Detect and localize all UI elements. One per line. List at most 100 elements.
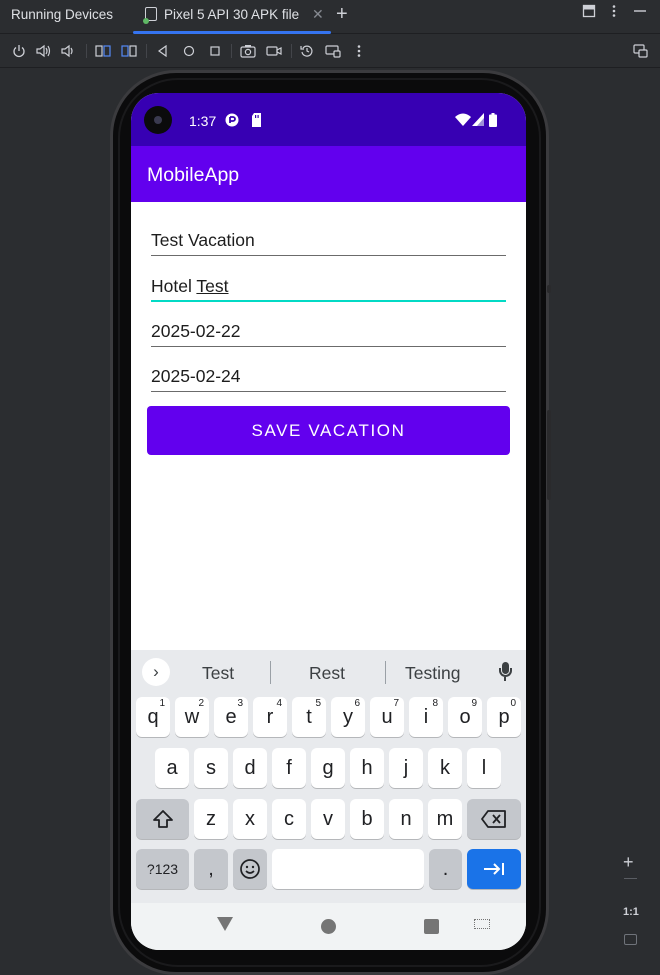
tool-window-title: Running Devices <box>11 7 114 22</box>
zoom-actual-size-button[interactable]: 1:1 <box>623 906 639 918</box>
key[interactable]: l <box>467 748 501 788</box>
key[interactable]: u7 <box>370 697 404 737</box>
vacation-title-field[interactable]: Test Vacation <box>151 222 506 256</box>
snapshot-history-icon[interactable] <box>299 43 315 59</box>
nav-recents-icon[interactable] <box>424 919 439 934</box>
status-time: 1:37 <box>189 113 217 129</box>
suggestion-item[interactable]: Rest <box>309 663 345 684</box>
toolbar-separator <box>231 44 232 58</box>
back-icon[interactable] <box>155 43 171 59</box>
volume-up-icon[interactable] <box>36 43 52 59</box>
key[interactable]: o9 <box>448 697 482 737</box>
wifi-icon <box>455 113 471 129</box>
key[interactable]: i8 <box>409 697 443 737</box>
key-label: o <box>459 705 471 728</box>
start-date-value: 2025-02-22 <box>151 321 241 341</box>
power-icon[interactable] <box>11 43 27 59</box>
emoji-key[interactable] <box>233 849 267 889</box>
home-icon[interactable] <box>181 43 197 59</box>
overview-icon[interactable] <box>207 43 223 59</box>
key[interactable]: x <box>233 799 267 839</box>
key[interactable]: v <box>311 799 345 839</box>
save-vacation-button[interactable]: SAVE VACATION <box>147 406 510 455</box>
close-tab-icon[interactable]: ✕ <box>312 6 324 23</box>
shift-icon <box>152 810 173 828</box>
space-key[interactable] <box>272 849 424 889</box>
suggestion-item[interactable]: Test <box>202 663 234 684</box>
zoom-in-button[interactable]: + <box>623 852 634 873</box>
zoom-out-button[interactable] <box>624 878 637 879</box>
key[interactable]: g <box>311 748 345 788</box>
suggestion-divider <box>270 661 271 684</box>
battery-icon <box>489 113 497 130</box>
key[interactable]: t5 <box>292 697 326 737</box>
device-mirroring-icon[interactable] <box>633 43 649 59</box>
status-bar: 1:37 <box>131 93 526 146</box>
android-nav-bar <box>131 903 526 950</box>
key-label: t <box>306 705 312 728</box>
rotate-right-icon[interactable] <box>121 43 137 59</box>
key[interactable]: e3 <box>214 697 248 737</box>
backspace-key[interactable] <box>467 799 521 839</box>
key-hint: 0 <box>510 698 516 709</box>
microphone-icon[interactable] <box>499 662 512 682</box>
expand-suggestions-icon[interactable]: › <box>142 658 170 686</box>
key[interactable]: b <box>350 799 384 839</box>
device-tab[interactable]: Pixel 5 API 30 APK file ✕ <box>133 0 331 34</box>
key-label: y <box>343 705 353 728</box>
key-label: i <box>423 705 429 728</box>
front-camera <box>144 106 172 134</box>
start-date-field[interactable]: 2025-02-22 <box>151 313 506 347</box>
key[interactable]: f <box>272 748 306 788</box>
rotate-left-icon[interactable] <box>95 43 111 59</box>
keyboard-switcher-icon[interactable] <box>474 919 490 929</box>
suggestion-item[interactable]: Testing <box>405 663 460 684</box>
key[interactable]: k <box>428 748 462 788</box>
volume-down-icon[interactable] <box>61 43 77 59</box>
key[interactable]: r4 <box>253 697 287 737</box>
key-hint: 1 <box>159 698 165 709</box>
key[interactable]: w2 <box>175 697 209 737</box>
key[interactable]: y6 <box>331 697 365 737</box>
toolbar-separator <box>86 44 87 58</box>
keyboard-input-icon[interactable] <box>325 43 341 59</box>
key[interactable]: a <box>155 748 189 788</box>
key-label: e <box>225 705 237 728</box>
key-label: u <box>381 705 393 728</box>
key[interactable]: c <box>272 799 306 839</box>
key-hint: 5 <box>315 698 321 709</box>
sd-card-icon <box>251 113 262 130</box>
emoji-icon <box>240 859 260 879</box>
key[interactable]: d <box>233 748 267 788</box>
key[interactable]: j <box>389 748 423 788</box>
device-volume-button <box>547 410 551 500</box>
device-side-button <box>547 285 551 293</box>
shift-key[interactable] <box>136 799 189 839</box>
key[interactable]: m <box>428 799 462 839</box>
key[interactable]: q1 <box>136 697 170 737</box>
period-key[interactable]: . <box>429 849 462 889</box>
comma-key[interactable]: , <box>194 849 228 889</box>
zoom-fit-icon[interactable] <box>624 934 637 945</box>
end-date-field[interactable]: 2025-02-24 <box>151 358 506 392</box>
key[interactable]: n <box>389 799 423 839</box>
key[interactable]: s <box>194 748 228 788</box>
ide-tab-bar: Running Devices Pixel 5 API 30 APK file … <box>0 0 660 34</box>
toolbar-more-icon[interactable] <box>351 43 367 59</box>
next-key[interactable] <box>467 849 521 889</box>
key[interactable]: z <box>194 799 228 839</box>
add-tab-icon[interactable]: + <box>336 3 348 26</box>
hotel-field[interactable]: Hotel Test <box>151 268 506 302</box>
toolbar-separator <box>146 44 147 58</box>
symbols-key[interactable]: ?123 <box>136 849 189 889</box>
device-icon <box>143 7 157 24</box>
window-layout-icon[interactable] <box>582 4 596 23</box>
more-options-icon[interactable] <box>607 4 621 23</box>
minimize-icon[interactable] <box>633 4 647 23</box>
screen-record-icon[interactable] <box>266 43 282 59</box>
nav-home-icon[interactable] <box>321 919 336 934</box>
nav-back-icon[interactable] <box>217 917 233 931</box>
key[interactable]: h <box>350 748 384 788</box>
key[interactable]: p0 <box>487 697 521 737</box>
screenshot-icon[interactable] <box>240 43 256 59</box>
